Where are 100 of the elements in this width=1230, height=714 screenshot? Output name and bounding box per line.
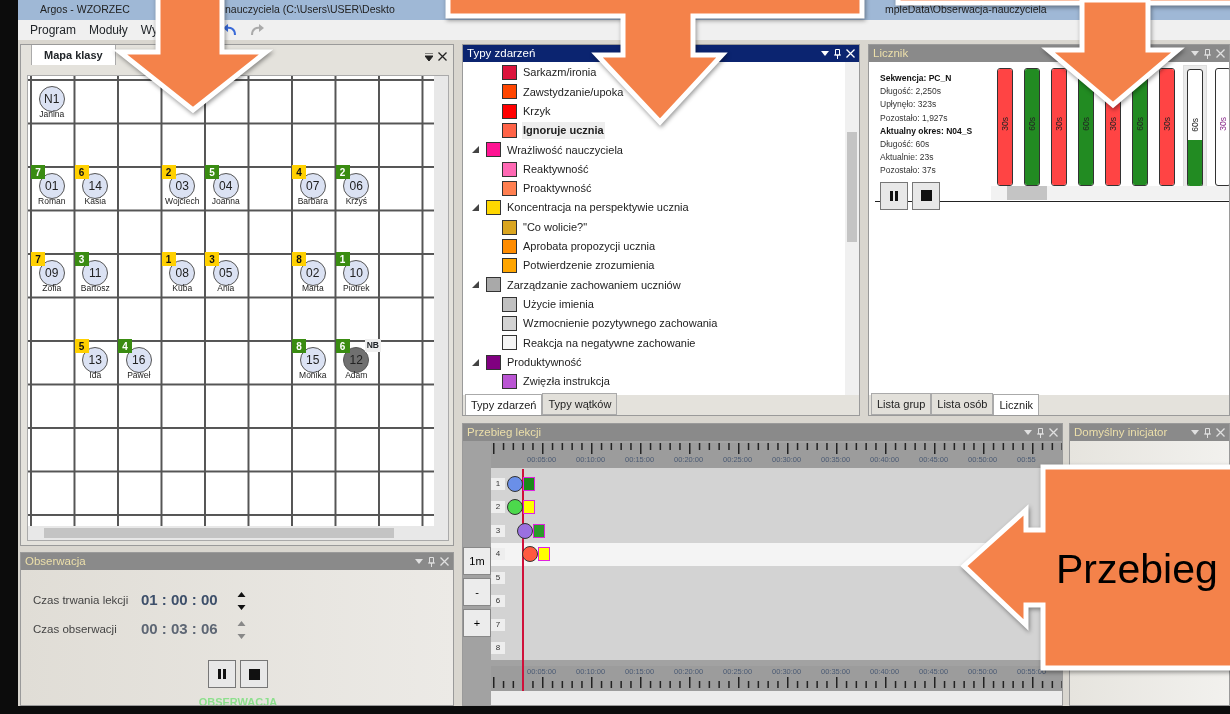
student-name: Krzyś [345, 197, 367, 206]
student-name: Roman [38, 197, 66, 206]
student-name: Wojciech [165, 197, 200, 206]
student-name: Barbara [297, 197, 328, 206]
period-label: 30s [1052, 117, 1065, 131]
count-badge: 7 [31, 252, 45, 266]
count-badge: 2 [161, 165, 176, 179]
tree-item[interactable]: Proaktywność [522, 180, 593, 197]
window-title: Argos - WZORZEC [40, 3, 130, 16]
tree-item[interactable]: Zwięzła instrukcja [522, 373, 611, 390]
menu-item[interactable]: Moduły [89, 21, 128, 39]
scrollbar[interactable] [28, 526, 448, 540]
panel-tab[interactable]: Lista grup [871, 392, 932, 415]
time-value: 00 : 03 : 06 [141, 619, 219, 640]
student-name: Ida [89, 371, 102, 380]
row-number: 2 [491, 501, 505, 514]
period-label: 60s [1133, 117, 1146, 131]
pause-icon [890, 190, 898, 201]
panel-tab[interactable]: Mapa klasy [31, 45, 116, 65]
panel-tab[interactable]: Typy wątków [542, 392, 618, 415]
expander-icon[interactable] [472, 146, 479, 154]
info-text: Pozostało: 1,927s [880, 111, 949, 125]
tree-item[interactable]: Koncentracja na perspektywie ucznia [506, 199, 690, 216]
scrollbar[interactable] [991, 186, 1229, 200]
student-name: Joanna [211, 197, 240, 206]
stop-button[interactable] [240, 660, 268, 688]
count-badge: 5 [74, 339, 89, 353]
tree-item[interactable]: Potwierdzenie zrozumienia [522, 257, 656, 274]
zoom-button[interactable]: + [463, 609, 491, 637]
close-icon[interactable] [438, 52, 447, 61]
scrollbar[interactable] [434, 76, 448, 526]
info-text: Długość: 2,250s [880, 85, 942, 99]
stop-button[interactable] [912, 181, 940, 210]
count-badge: 6 [74, 165, 89, 179]
redo-icon[interactable] [249, 24, 264, 36]
callout-text: Przebieg [1056, 546, 1218, 592]
tree-item[interactable]: Reaktywność [522, 160, 590, 178]
info-text: Sekwencja: PC_N [880, 72, 953, 85]
count-badge: 7 [31, 165, 45, 179]
expander-icon[interactable] [472, 204, 479, 212]
expander-icon[interactable] [472, 281, 479, 289]
scrollbar-thumb[interactable] [847, 132, 857, 242]
expander-icon[interactable] [472, 358, 479, 366]
tree-item[interactable]: "Co wolicie?" [522, 218, 589, 236]
student-name: Piotrek [343, 284, 370, 293]
scrollbar[interactable] [845, 62, 859, 395]
student-name: Monika [299, 371, 327, 380]
student-name: Zofia [42, 284, 62, 293]
tree-item[interactable]: Zarządzanie zachowaniem uczniów [506, 276, 682, 294]
period-label: 30s [1160, 117, 1173, 131]
tree-item[interactable]: Użycie imienia [522, 295, 595, 313]
zoom-button[interactable]: - [463, 578, 491, 606]
panel-tab[interactable]: Licznik [993, 393, 1040, 415]
pause-button[interactable] [208, 660, 236, 688]
event-dot[interactable] [507, 499, 523, 516]
event-block[interactable] [538, 547, 550, 562]
menu-item[interactable]: Program [30, 21, 76, 39]
event-block[interactable] [523, 500, 535, 515]
tree-item[interactable]: Zawstydzanie/upoka [522, 83, 625, 101]
tree-item[interactable]: Reakcja na negatywne zachowanie [522, 334, 697, 352]
tree-item[interactable]: Aprobata propozycji ucznia [522, 238, 657, 255]
panel-title: Licznik [873, 45, 909, 61]
absence-tag: NB [364, 339, 381, 352]
tree-item[interactable]: Wrażliwość nauczyciela [506, 141, 624, 159]
student-seat[interactable]: 01 [38, 173, 65, 199]
student-name: Bartosz [80, 284, 110, 293]
tree-item[interactable]: Wzmocnienie pozytywnego zachowania [522, 315, 719, 332]
count-badge: 8 [292, 252, 306, 266]
panel-tab[interactable]: Typy zdarzeń [465, 393, 543, 415]
student-name: Paweł [127, 371, 151, 380]
count-badge: 1 [161, 252, 176, 266]
stop-icon [920, 190, 932, 202]
event-dot[interactable] [522, 546, 538, 563]
scrollbar-thumb[interactable] [44, 528, 394, 538]
pause-button[interactable] [880, 181, 908, 210]
row-number: 5 [491, 571, 505, 584]
event-dot[interactable] [507, 475, 523, 492]
zoom-button[interactable]: 1m [463, 547, 491, 575]
student-name: Janina [39, 110, 65, 119]
tree-item[interactable]: Krzyk [522, 103, 552, 120]
pause-icon [218, 669, 226, 679]
tree-item[interactable]: Sarkazm/ironia [522, 64, 598, 81]
tree-item[interactable]: Ignoruje ucznia [522, 122, 605, 139]
count-badge: 4 [292, 165, 306, 179]
dropdown-icon[interactable] [425, 52, 433, 61]
scrollbar[interactable] [491, 691, 1062, 705]
spinner-icon[interactable] [237, 590, 246, 611]
panel-tab[interactable]: Lista osób [931, 392, 994, 415]
count-badge: 5 [205, 165, 219, 179]
tree-item[interactable]: Produktywność [506, 353, 583, 371]
count-badge: 2 [335, 165, 350, 179]
event-dot[interactable] [517, 522, 533, 539]
info-text: Upłynęło: 323s [880, 98, 938, 112]
dropdown-icon[interactable] [821, 51, 829, 56]
count-badge: 6 [335, 339, 350, 353]
period-label: 60s [1079, 117, 1092, 131]
scrollbar-thumb[interactable] [1007, 186, 1047, 200]
row-number: 7 [491, 618, 505, 631]
info-text: Aktualnie: 23s [880, 151, 935, 165]
info-text: Aktualny okres: N04_S [880, 124, 974, 138]
